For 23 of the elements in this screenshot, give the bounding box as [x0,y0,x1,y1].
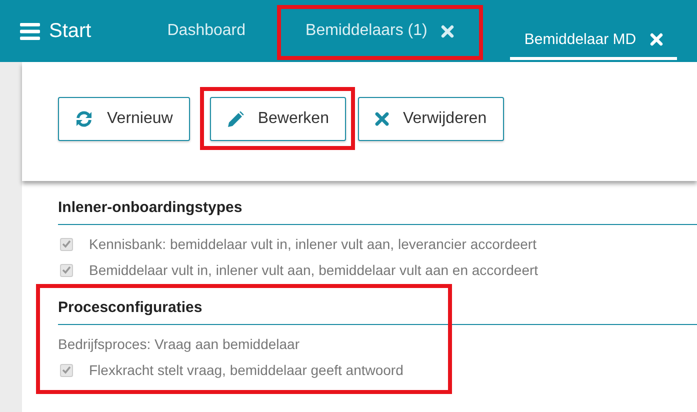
tab[interactable]: Dashboard [163,0,250,62]
toolbar-button[interactable]: Vernieuw [58,97,190,141]
tab[interactable]: Bemiddelaars (1) [302,0,458,62]
section-heading: Inlener-onboardingstypes [58,199,244,218]
pencil-icon [226,110,244,128]
setting-text: Bedrijfsproces: Vraag aan bemiddelaar [58,336,300,352]
checkbox-label: Kennisbank: bemiddelaar vult in, inlener vult aan, leverancier accordeert [89,236,536,252]
toolbar-button[interactable]: Verwijderen [358,97,504,141]
cross-icon [374,112,389,126]
refresh-icon [75,111,93,127]
close-icon[interactable] [441,24,454,38]
checkbox[interactable] [60,238,73,250]
section-heading: Procesconfiguraties [58,299,204,318]
checkbox-label: Flexkracht stelt vraag, bemiddelaar geeft antwoord [89,362,404,378]
checkbox-label: Bemiddelaar vult in, inlener vult aan, bemiddelaar vult aan en accordeert [89,262,538,278]
menu-icon [20,22,40,40]
tab-label: Bemiddelaar MD [524,31,636,48]
checkbox[interactable] [60,364,73,376]
toolbar-button[interactable]: Bewerken [210,97,346,141]
tab-label: Bemiddelaars (1) [306,22,428,40]
checkbox[interactable] [60,264,73,276]
tab-label: Dashboard [167,22,246,40]
start-menu-button[interactable]: Start [0,0,92,62]
